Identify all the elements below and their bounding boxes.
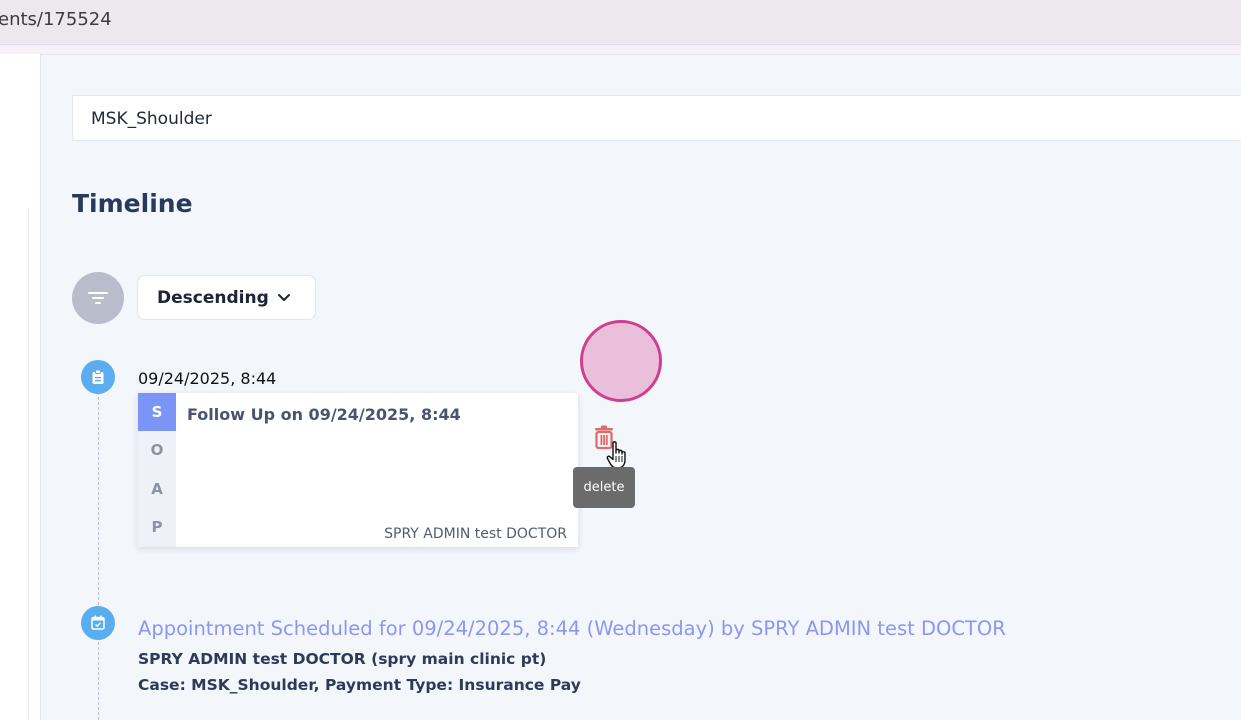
- url-text[interactable]: ents/175524: [0, 9, 112, 30]
- note-title[interactable]: Follow Up on 09/24/2025, 8:44: [187, 405, 461, 424]
- filter-icon: [88, 292, 108, 304]
- sort-order-label: Descending: [157, 288, 269, 308]
- soap-note-card[interactable]: S O A P Follow Up on 09/24/2025, 8:44 SP…: [138, 393, 578, 547]
- browser-url-bar[interactable]: ents/175524: [0, 0, 1241, 44]
- chevron-down-icon: [278, 294, 290, 301]
- left-sidebar: [0, 54, 41, 720]
- calendar-check-icon: [91, 615, 105, 630]
- timeline-line: [98, 392, 99, 720]
- delete-tooltip: delete: [573, 467, 635, 508]
- sidebar-divider: [28, 208, 29, 720]
- hand-cursor-icon: [606, 441, 626, 469]
- timeline-title: Timeline: [72, 189, 193, 218]
- timeline-dot-note: [81, 360, 115, 394]
- appointment-provider: SPRY ADMIN test DOCTOR (spry main clinic…: [138, 650, 547, 668]
- soap-tab-a[interactable]: A: [138, 470, 176, 508]
- case-field[interactable]: MSK_Shoulder: [72, 95, 1241, 141]
- note-author: SPRY ADMIN test DOCTOR: [384, 526, 567, 542]
- click-indicator: [580, 320, 662, 402]
- sort-order-dropdown[interactable]: Descending: [137, 275, 316, 320]
- toolbar-divider: [0, 44, 1241, 55]
- entry-datetime: 09/24/2025, 8:44: [138, 369, 277, 388]
- soap-tabs: S O A P: [138, 393, 176, 547]
- timeline-dot-appointment: [81, 606, 115, 640]
- filter-button[interactable]: [72, 272, 124, 324]
- soap-tab-p[interactable]: P: [138, 508, 176, 546]
- case-value: MSK_Shoulder: [91, 109, 212, 129]
- soap-tab-s[interactable]: S: [138, 393, 176, 431]
- soap-tab-o[interactable]: O: [138, 431, 176, 469]
- appointment-title[interactable]: Appointment Scheduled for 09/24/2025, 8:…: [138, 617, 1006, 640]
- clipboard-icon: [92, 369, 104, 384]
- appointment-details: Case: MSK_Shoulder, Payment Type: Insura…: [138, 676, 581, 694]
